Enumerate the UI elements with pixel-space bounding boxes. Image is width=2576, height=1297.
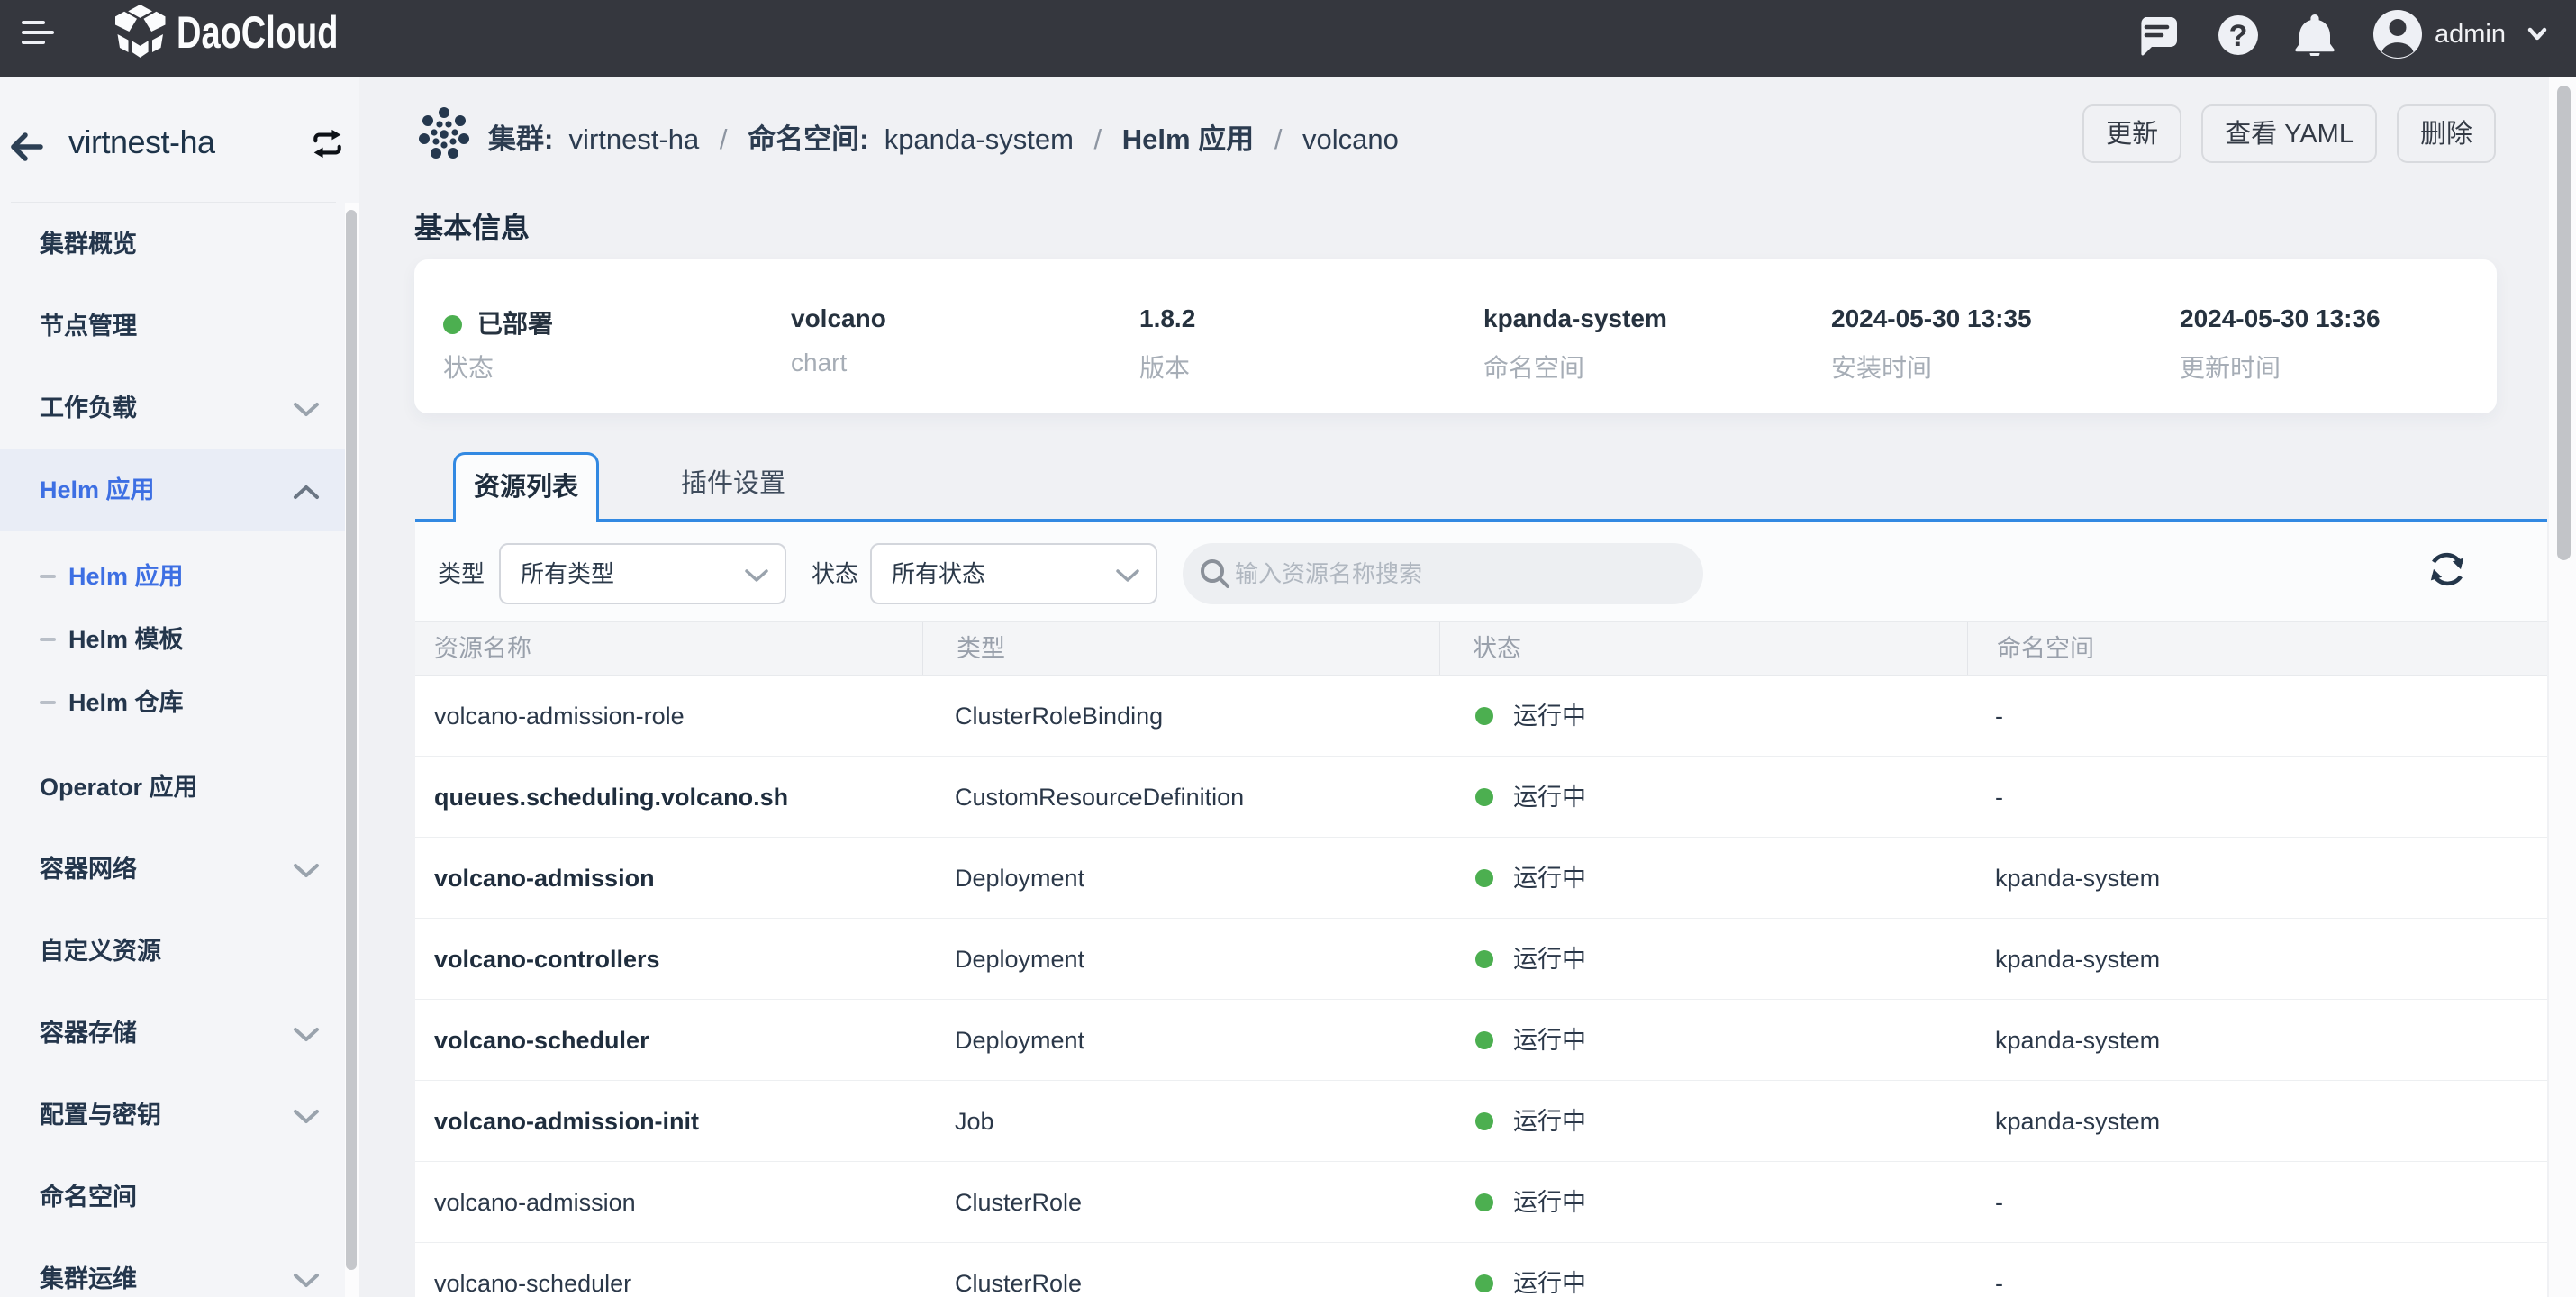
svg-text:?: ? [2229,19,2248,53]
